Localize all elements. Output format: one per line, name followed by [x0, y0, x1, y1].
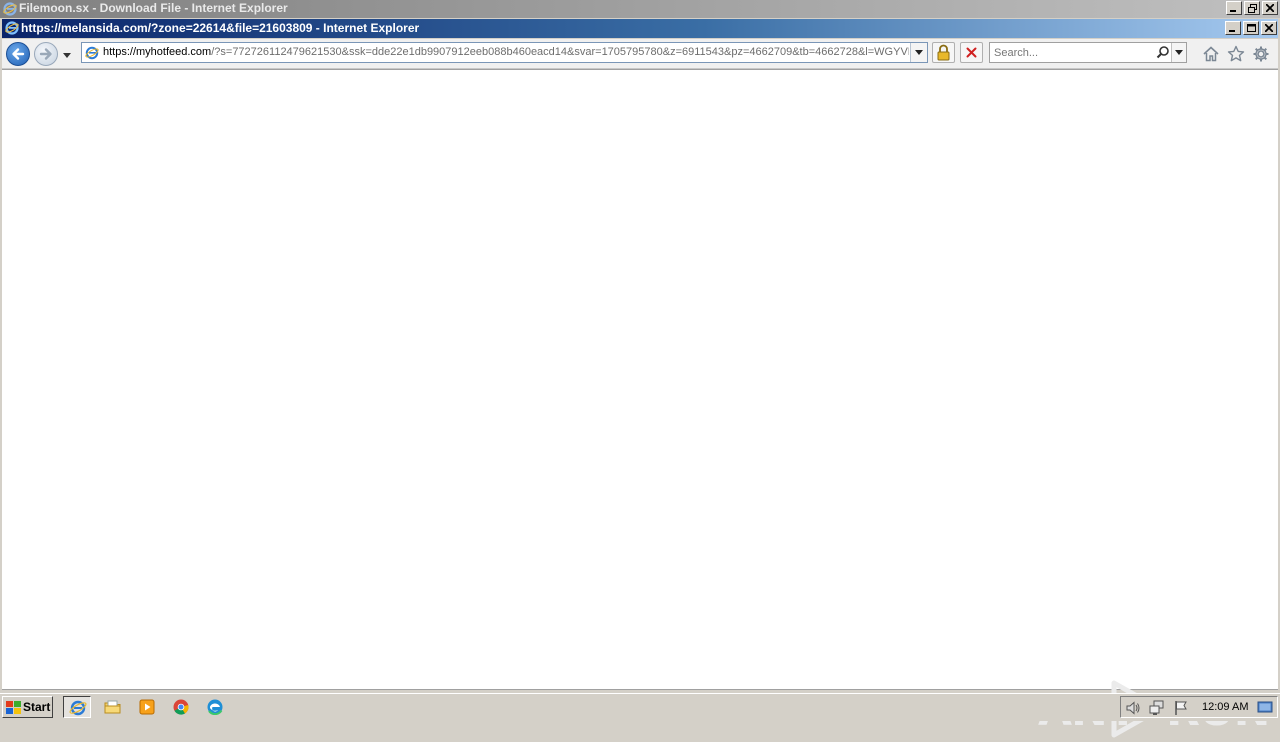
address-bar[interactable]: https://myhotfeed.com/?s=772726112479621… — [81, 42, 928, 63]
search-box[interactable] — [989, 42, 1187, 63]
stop-button[interactable] — [960, 42, 983, 63]
lock-icon — [933, 44, 954, 65]
outer-restore-button[interactable] — [1244, 1, 1260, 15]
action-center-flag-icon[interactable] — [1173, 700, 1189, 719]
home-icon — [1202, 46, 1220, 66]
chevron-down-icon — [62, 49, 72, 63]
security-lock-button[interactable] — [932, 42, 955, 63]
settings-gear-icon — [1252, 46, 1270, 66]
inner-close-button[interactable] — [1261, 21, 1277, 35]
favorites-button[interactable] — [1227, 45, 1245, 63]
inner-maximize-button[interactable] — [1243, 21, 1259, 35]
inner-minimize-button[interactable] — [1225, 21, 1241, 35]
search-provider-dropdown[interactable] — [1171, 43, 1186, 62]
internet-explorer-icon — [3, 2, 17, 16]
taskbar: Start 12:09 AM — [0, 693, 1280, 721]
outer-close-button[interactable] — [1262, 1, 1278, 15]
windows-logo-icon — [6, 701, 21, 717]
taskbar-media-player[interactable] — [133, 696, 161, 718]
search-input[interactable] — [994, 45, 1152, 60]
internet-explorer-icon — [5, 21, 19, 35]
outer-window-title: Filemoon.sx - Download File - Internet E… — [19, 1, 288, 15]
volume-icon[interactable] — [1125, 700, 1141, 719]
home-button[interactable] — [1202, 45, 1220, 63]
chevron-down-icon — [911, 50, 927, 65]
chevron-down-icon — [1172, 50, 1186, 65]
back-button[interactable] — [6, 42, 30, 66]
address-host: https://myhotfeed.com — [103, 46, 212, 58]
forward-button[interactable] — [34, 42, 58, 66]
taskbar-chrome[interactable] — [167, 696, 195, 718]
browser-toolbar: https://myhotfeed.com/?s=772726112479621… — [2, 39, 1278, 69]
address-url[interactable]: https://myhotfeed.com/?s=772726112479621… — [103, 46, 909, 58]
taskbar-internet-explorer[interactable] — [63, 696, 91, 718]
page-content-area[interactable]: ANY RUN — [2, 69, 1278, 738]
system-tray: 12:09 AM — [1120, 696, 1278, 718]
show-desktop-icon[interactable] — [1257, 700, 1273, 717]
tools-button[interactable] — [1252, 45, 1270, 63]
network-icon[interactable] — [1149, 700, 1165, 719]
outer-minimize-button[interactable] — [1226, 1, 1242, 15]
taskbar-edge[interactable] — [201, 696, 229, 718]
address-path: /?s=772726112479621530&ssk=dde22e1db9907… — [211, 46, 909, 58]
page-favicon-icon — [85, 46, 99, 63]
address-dropdown-button[interactable] — [910, 43, 927, 62]
inner-window-title: https://melansida.com/?zone=22614&file=2… — [21, 21, 420, 35]
favorites-star-icon — [1227, 45, 1245, 66]
start-button[interactable]: Start — [2, 696, 53, 718]
stop-icon — [961, 47, 982, 65]
taskbar-explorer[interactable] — [99, 696, 127, 718]
outer-window-titlebar: Filemoon.sx - Download File - Internet E… — [0, 0, 1280, 18]
search-icon[interactable] — [1156, 45, 1170, 62]
start-label: Start — [23, 700, 51, 714]
inner-window-titlebar: https://melansida.com/?zone=22614&file=2… — [2, 19, 1278, 38]
taskbar-clock[interactable]: 12:09 AM — [1202, 701, 1248, 713]
history-dropdown-button[interactable] — [62, 49, 72, 58]
